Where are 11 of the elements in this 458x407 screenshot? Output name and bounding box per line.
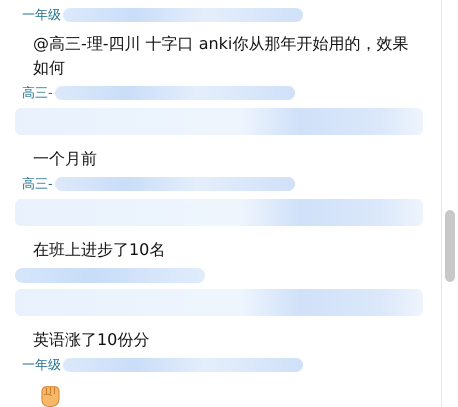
sender-name: 高三- <box>22 176 53 194</box>
message-text: 在班上进步了10名 <box>32 239 166 262</box>
message-text: @高三-理-四川 十字口 anki你从那年开始用的，效果如何 <box>32 33 410 80</box>
scrollbar-thumb[interactable] <box>445 210 455 282</box>
fist-emoji-icon <box>41 386 60 407</box>
message-text: 一个月前 <box>32 148 98 170</box>
message-text: 英语涨了10份分 <box>32 328 150 351</box>
sender-name: 一年级 <box>22 356 61 374</box>
sender-name: 一年级 <box>22 7 61 24</box>
sender-name: 高三- <box>22 85 53 102</box>
scrollbar[interactable] <box>441 0 458 407</box>
